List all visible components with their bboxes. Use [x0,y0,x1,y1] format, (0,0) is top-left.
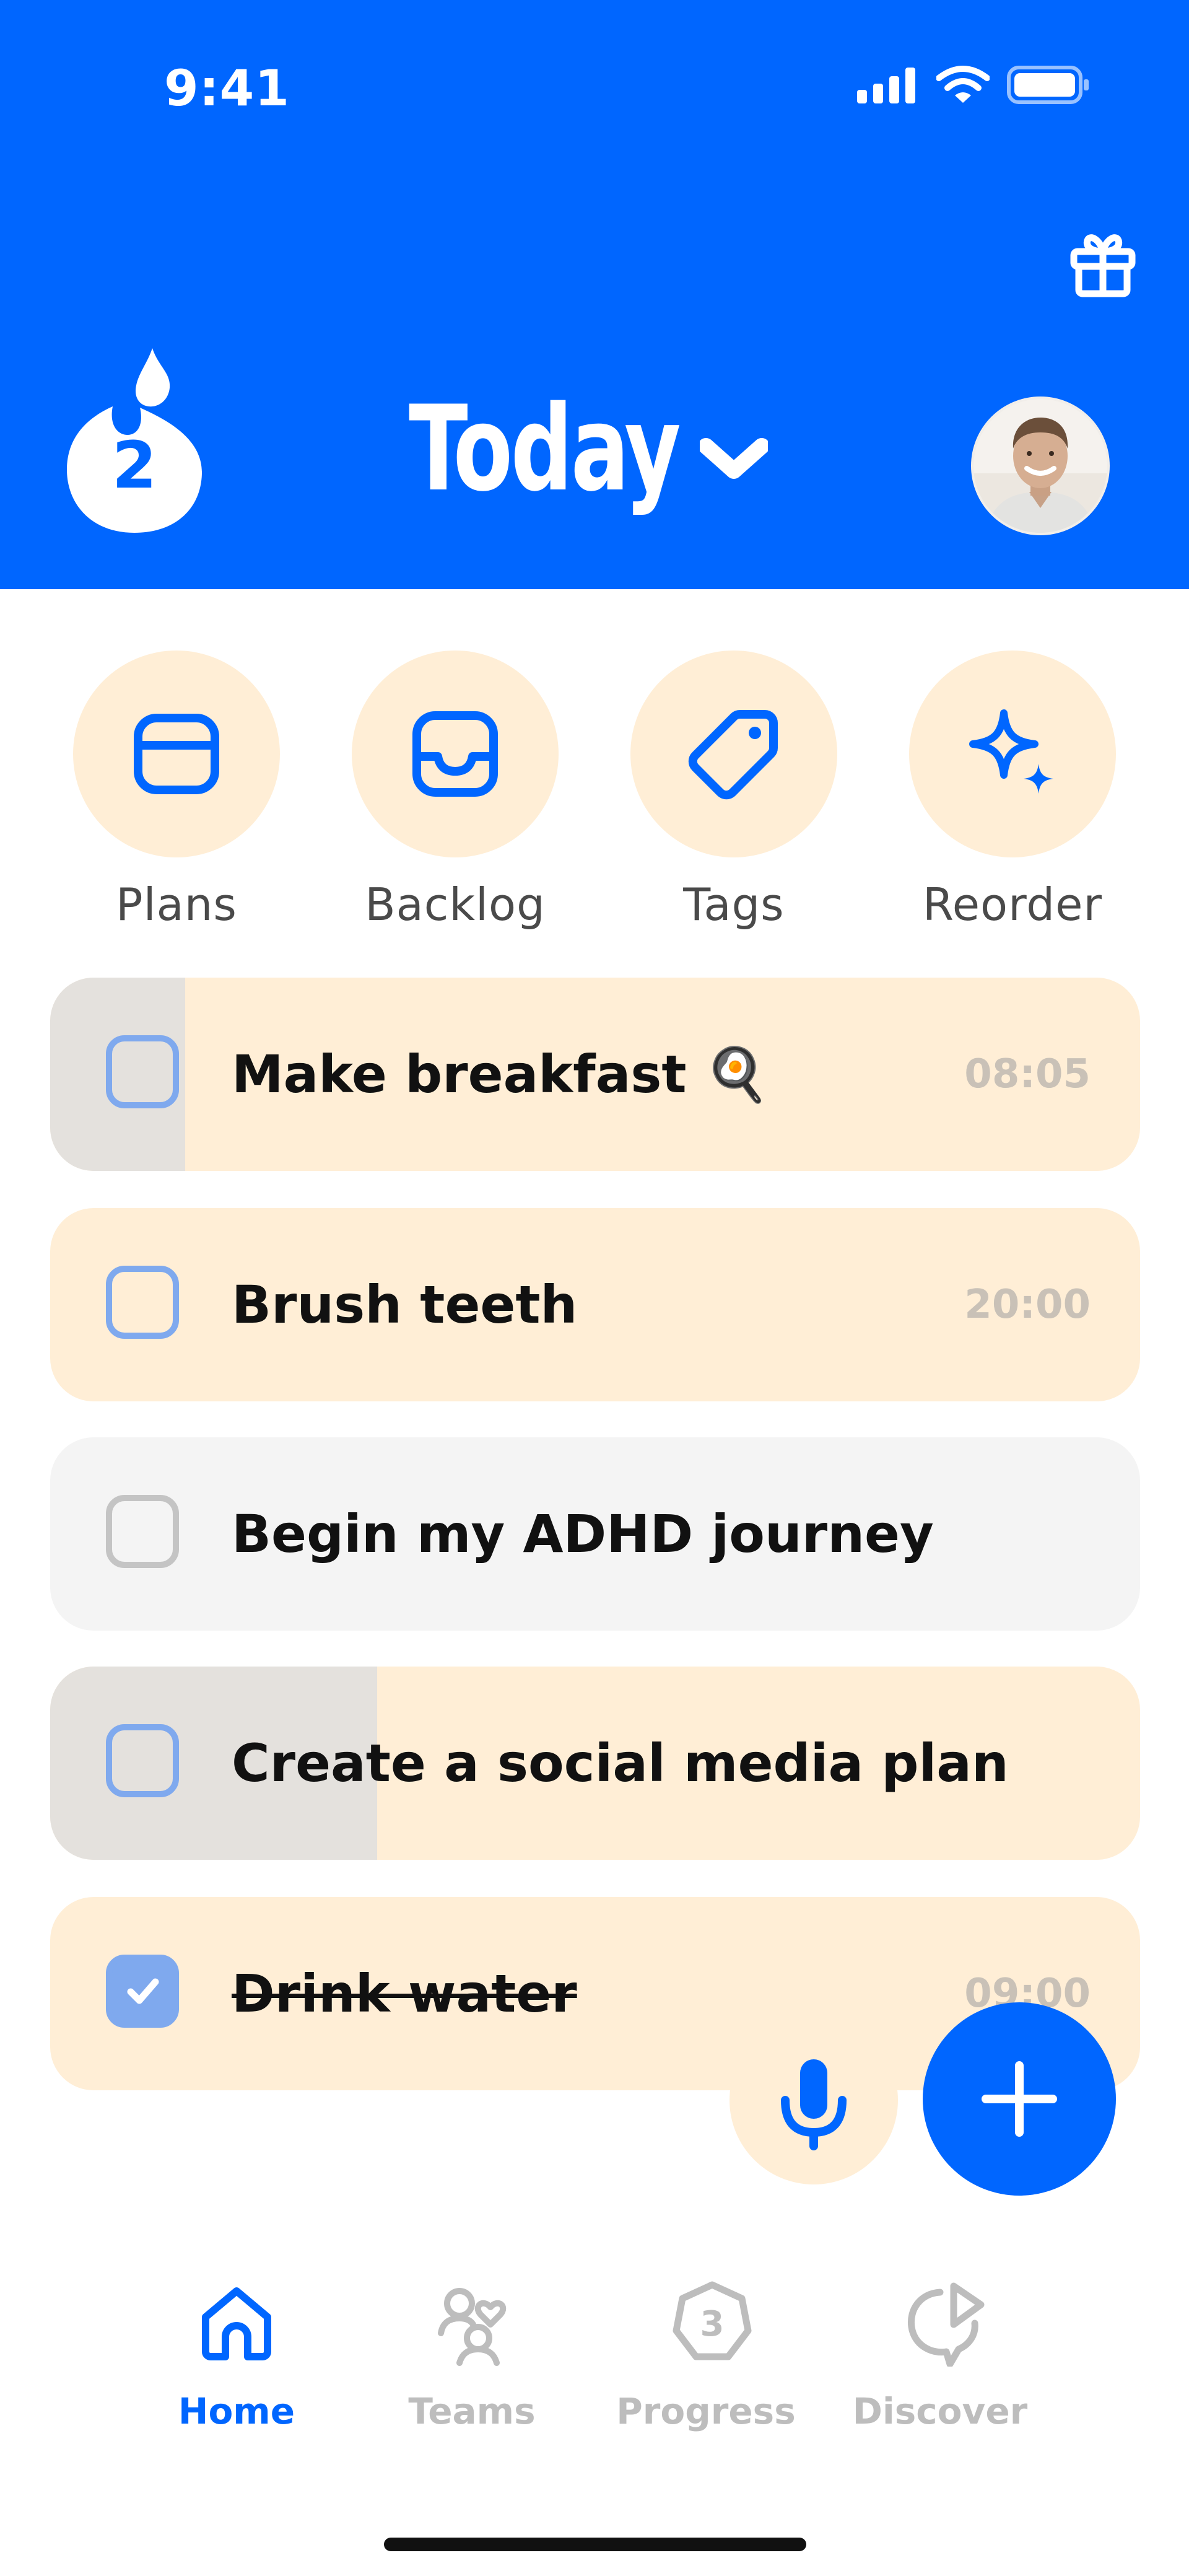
task-checkbox-checked[interactable] [106,1955,179,2028]
battery-icon [1007,66,1089,104]
nav-home-label: Home [178,2390,295,2432]
home-indicator [384,2538,806,2551]
page-title: Today [409,380,681,517]
task-title: Begin my ADHD journey [232,1504,934,1564]
nav-discover[interactable]: Discover [847,2280,1033,2441]
gift-icon[interactable] [1069,230,1137,299]
backlog-button[interactable] [352,651,559,857]
tags-button[interactable] [630,651,837,857]
task-title: Brush teeth [232,1274,578,1335]
plus-icon [982,2061,1057,2137]
task-title: Drink water [232,1963,577,2024]
microphone-icon [781,2059,847,2150]
avatar[interactable] [971,396,1110,535]
status-time: 9:41 [164,59,290,117]
task-item[interactable]: Make breakfast 🍳 08:05 [50,978,1140,1171]
date-selector[interactable]: Today [409,380,769,517]
status-icons [857,66,1090,104]
calendar-icon [134,714,219,794]
backlog-label: Backlog [365,878,546,931]
nav-progress-label: Progress [616,2390,796,2432]
checkmark-icon [127,1978,159,2004]
task-title: Create a social media plan [232,1733,1009,1794]
task-title: Make breakfast 🍳 [232,1044,770,1105]
avatar-image [973,399,1107,533]
task-item[interactable]: Create a social media plan [50,1667,1140,1860]
reorder-button[interactable] [909,651,1116,857]
task-checkbox[interactable] [106,1495,179,1568]
discover-icon [907,2282,985,2367]
nav-discover-label: Discover [852,2390,1028,2432]
task-checkbox[interactable] [106,1266,179,1339]
add-task-button[interactable] [923,2002,1116,2196]
nav-teams-label: Teams [408,2390,536,2432]
header: 9:41 2 Today [0,0,1189,589]
task-checkbox[interactable] [106,1724,179,1797]
teams-icon [438,2288,507,2366]
signal-icon [857,68,915,103]
nav-teams[interactable]: Teams [379,2280,565,2441]
inbox-icon [412,711,498,797]
progress-badge-icon: 3 [673,2281,752,2360]
reorder-label: Reorder [922,878,1103,931]
tag-icon [688,710,778,800]
plans-label: Plans [116,878,237,931]
plans-button[interactable] [73,651,280,857]
home-icon [202,2287,271,2360]
task-item[interactable]: Brush teeth 20:00 [50,1208,1140,1401]
nav-progress[interactable]: 3 Progress [613,2280,799,2441]
voice-input-button[interactable] [730,2016,898,2184]
streak-count: 2 [111,427,157,503]
progress-badge-count: 3 [700,2304,725,2344]
nav-home[interactable]: Home [144,2280,329,2441]
task-time: 20:00 [964,1282,1091,1328]
task-item[interactable]: Begin my ADHD journey [50,1437,1140,1631]
task-checkbox[interactable] [106,1035,179,1108]
wifi-icon [936,66,990,103]
chevron-down-icon [700,438,769,479]
tags-label: Tags [683,878,785,931]
task-time: 08:05 [964,1051,1091,1097]
sparkles-icon [969,709,1053,794]
